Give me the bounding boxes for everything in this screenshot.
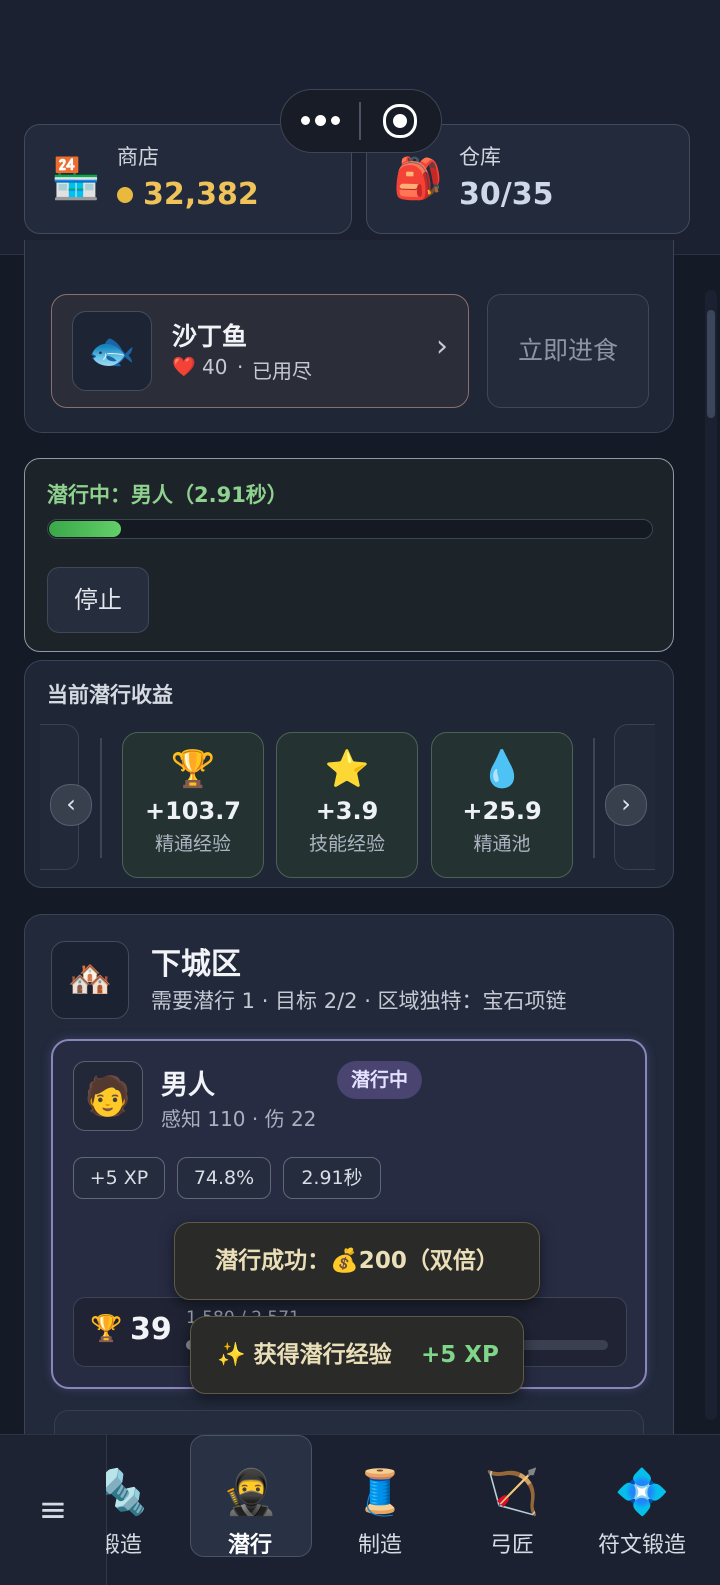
fish-icon: 🐟 [72,311,152,391]
status-badge: 潜行中 [337,1061,423,1099]
ninja-icon: 🥷 [222,1467,278,1518]
gain-card-mastery-pool: 💧 +25.9 精通池 [431,732,573,878]
target-name: 男人 [161,1070,215,1101]
eat-now-button[interactable]: 立即进食 [487,294,649,408]
houses-icon: 🏘️ [51,941,129,1019]
nav-label: 弓匠 [489,1533,534,1558]
droplet-icon: 💧 [479,749,525,790]
target-circle-icon[interactable] [383,104,417,138]
xp-gain-toast: ✨ 获得潜行经验 +5 XP [190,1316,524,1394]
gains-next-button[interactable]: › [605,784,647,826]
gains-prev-button[interactable]: ‹ [50,784,92,826]
nav-label: 制造 [357,1533,402,1558]
gain-value: +3.9 [315,797,379,825]
nut-bolt-icon: 🔩 [106,1467,148,1518]
xp-toast-text: ✨ 获得潜行经验 [217,1342,392,1368]
man-avatar-icon: 🧑 [73,1061,143,1131]
trophy-icon: 🏆 [170,749,216,790]
food-hp: 40 [202,355,228,379]
nav-item-sneaking[interactable]: 🥷 潜行 [190,1435,310,1585]
separator-dot: · [237,355,244,379]
thread-spool-icon: 🧵 [352,1467,408,1518]
gains-divider-left [100,738,102,858]
xp-toast-value: +5 XP [421,1342,499,1368]
nav-item-crafting[interactable]: 🧵 制造 [320,1435,440,1585]
gain-card-mastery-xp: 🏆 +103.7 精通经验 [122,732,264,878]
gains-divider-right [593,738,595,858]
miniprogram-capsule [280,89,442,153]
more-dots-icon[interactable] [301,106,343,134]
gain-card-skill-xp: ⭐ +3.9 技能经验 [276,732,418,878]
nav-item-fletching[interactable]: 🏹 弓匠 [452,1435,572,1585]
stop-button[interactable]: 停止 [47,567,149,633]
gain-value: +25.9 [462,797,542,825]
sneak-success-toast: 潜行成功：💰200（双倍） [174,1222,540,1300]
xp-pill: +5 XP [73,1157,165,1199]
nav-item-forging[interactable]: 🔩 锻造 [106,1435,180,1585]
sneaking-label: 潜行中：男人（2.91秒） [47,483,288,507]
nav-label: 锻造 [106,1533,142,1558]
sneaking-progress-fill [49,521,121,537]
capsule-divider [359,102,361,140]
gain-label: 技能经验 [308,833,385,855]
backpack-icon: 🎒 [393,156,443,202]
nav-label: 潜行 [227,1533,272,1558]
scrollbar-thumb[interactable] [707,310,715,418]
duration-pill: 2.91秒 [283,1157,381,1199]
menu-icon[interactable]: ≡ [0,1435,107,1585]
gold-amount: 32,382 [143,177,259,212]
nav-scroll: 🔩 锻造 🥷 潜行 🧵 制造 🏹 弓匠 💠 符文锻造 [106,1435,720,1585]
gains-title: 当前潜行收益 [47,683,173,707]
gain-label: 精通经验 [154,833,231,855]
storage-capacity: 30/35 [459,177,554,212]
bottom-nav: ≡ 🔩 锻造 🥷 潜行 🧵 制造 🏹 弓匠 💠 符文锻造 [0,1434,720,1585]
food-status: 已用尽 [252,359,312,383]
bow-arrow-icon: 🏹 [484,1467,540,1518]
mastery-level: 39 [130,1312,172,1347]
diamond-dot-icon: 💠 [614,1467,670,1518]
sneaking-progress-bar [47,519,653,539]
heart-icon: ❤️ [172,356,196,378]
convenience-store-icon: 🏪 [51,156,101,202]
chevron-right-icon: › [436,329,448,364]
target-stats: 感知 110 · 伤 22 [161,1107,317,1131]
sneaking-status-panel: 潜行中：男人（2.91秒） 停止 [24,458,674,652]
next-target-card-partial[interactable] [54,1410,644,1435]
trophy-icon: 🏆 [90,1314,123,1344]
nav-item-runeforging[interactable]: 💠 符文锻造 [582,1435,702,1585]
food-selector[interactable]: 🐟 沙丁鱼 ❤️ 40 · 已用尽 › [51,294,469,408]
gold-coin-icon [117,187,133,203]
nav-label: 符文锻造 [597,1533,686,1558]
star-icon: ⭐ [324,749,370,790]
shop-title: 商店 [117,145,159,169]
success-rate-pill: 74.8% [177,1157,271,1199]
area-title: 下城区 [151,947,241,982]
scrollbar-track[interactable] [705,290,717,1420]
storage-title: 仓库 [459,145,501,169]
area-subtitle: 需要潜行 1 · 目标 2/2 · 区域独特：宝石项链 [151,989,567,1013]
gain-label: 精通池 [473,833,531,855]
food-panel: 🐟 沙丁鱼 ❤️ 40 · 已用尽 › 立即进食 [24,240,674,433]
gain-value: +103.7 [144,797,242,825]
food-name: 沙丁鱼 [172,322,248,351]
